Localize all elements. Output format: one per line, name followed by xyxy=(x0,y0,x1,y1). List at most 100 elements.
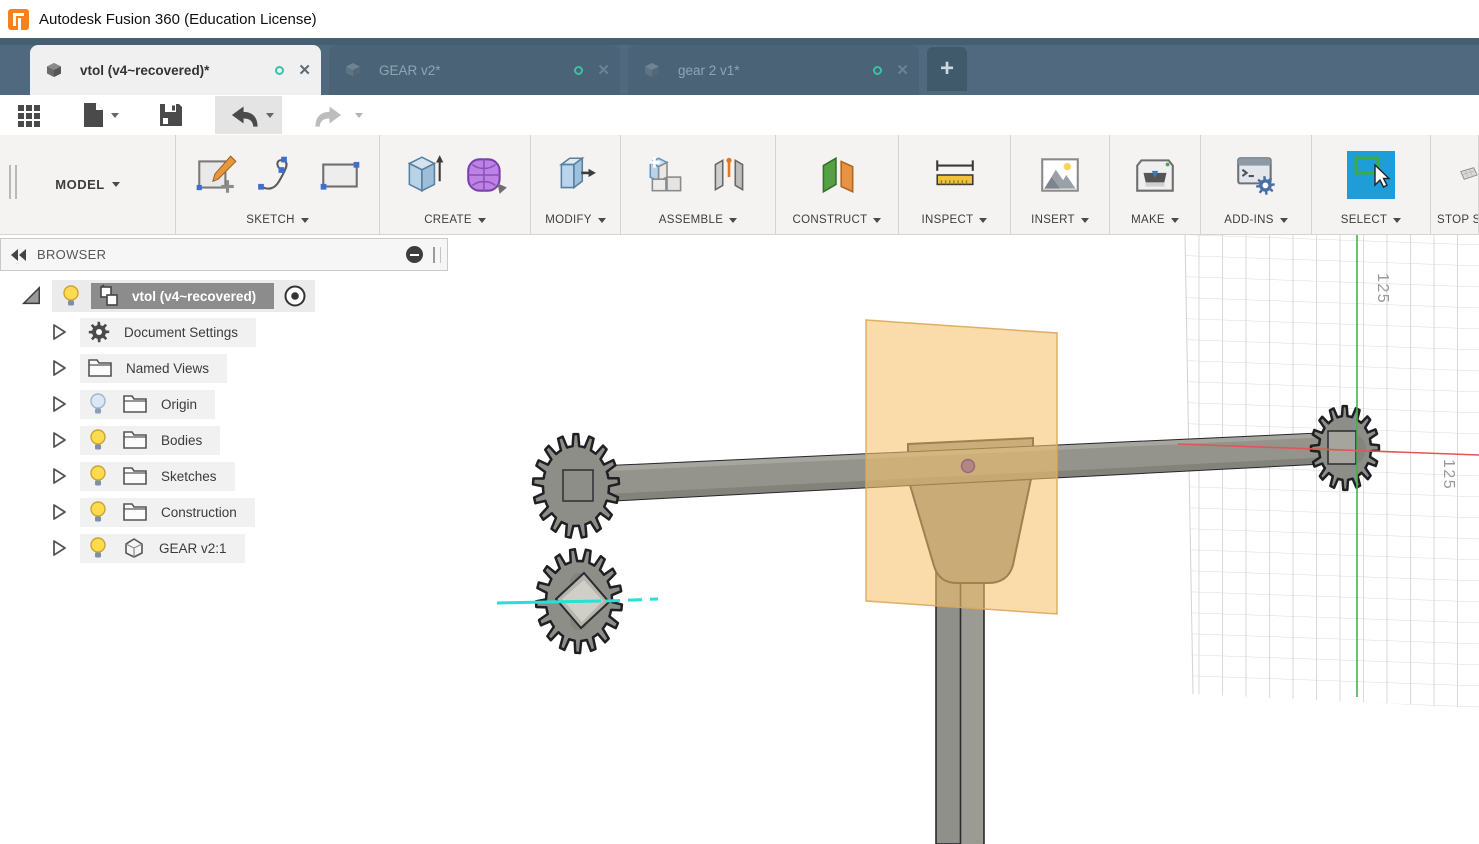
visibility-bulb-icon[interactable] xyxy=(87,464,109,488)
visibility-bulb-off-icon[interactable] xyxy=(87,392,109,416)
select-dropdown[interactable]: SELECT xyxy=(1312,206,1430,234)
inspect-dropdown[interactable]: INSPECT xyxy=(899,206,1010,234)
assemble-dropdown[interactable]: ASSEMBLE xyxy=(621,206,775,234)
visibility-bulb-icon[interactable] xyxy=(87,536,109,560)
insert-dropdown[interactable]: INSERT xyxy=(1011,206,1109,234)
new-component-button[interactable] xyxy=(644,152,690,198)
document-tab-gear-v2[interactable]: GEAR v2* ✕ xyxy=(329,45,620,95)
press-pull-button[interactable] xyxy=(553,152,599,198)
component-icon xyxy=(100,284,118,306)
collapse-arrow-icon[interactable] xyxy=(20,284,42,308)
remove-panel-icon[interactable] xyxy=(406,246,423,263)
browser-root-row[interactable]: vtol (v4~recovered) xyxy=(0,278,448,314)
file-menu-button[interactable] xyxy=(72,96,127,134)
activate-component-radio-icon[interactable] xyxy=(283,284,307,308)
spline-button[interactable] xyxy=(255,152,301,198)
expand-arrow-icon[interactable] xyxy=(48,430,70,450)
redo-button[interactable] xyxy=(304,96,371,134)
save-button[interactable] xyxy=(149,96,193,134)
browser-item-construction[interactable]: Construction xyxy=(0,494,448,530)
addins-dropdown[interactable]: ADD-INS xyxy=(1201,206,1311,234)
make-dropdown[interactable]: MAKE xyxy=(1110,206,1200,234)
redo-icon xyxy=(315,106,342,127)
document-tab-gear2-v1[interactable]: gear 2 v1* ✕ xyxy=(628,45,919,95)
ribbon-group-inspect: INSPECT xyxy=(899,135,1011,234)
grid-dimension-label-top: 125 xyxy=(1374,273,1391,304)
browser-item-gear-v2-1[interactable]: GEAR v2:1 xyxy=(0,530,448,566)
left-gear-body[interactable] xyxy=(531,432,621,539)
browser-tree: vtol (v4~recovered) Document Settings Na… xyxy=(0,271,448,566)
new-document-tab-button[interactable]: + xyxy=(927,47,967,91)
folder-icon xyxy=(123,431,147,449)
tab-close-icon[interactable]: ✕ xyxy=(597,61,610,79)
scripts-addins-button[interactable] xyxy=(1233,152,1279,198)
redo-history-caret-icon xyxy=(355,112,363,118)
visibility-bulb-icon[interactable] xyxy=(87,428,109,452)
undo-icon xyxy=(231,106,258,127)
visibility-bulb-icon[interactable] xyxy=(87,500,109,524)
workspace-switcher[interactable]: MODEL xyxy=(0,135,176,234)
workspace-label: MODEL xyxy=(55,177,105,192)
ribbon-group-create: CREATE xyxy=(380,135,531,234)
browser-header: BROWSER xyxy=(0,238,448,271)
right-gear-body[interactable] xyxy=(1309,404,1381,492)
create-dropdown[interactable]: CREATE xyxy=(380,206,530,234)
create-form-button[interactable] xyxy=(463,152,509,198)
extrude-button[interactable] xyxy=(401,152,447,198)
selected-root-component[interactable]: vtol (v4~recovered) xyxy=(91,283,275,309)
modify-dropdown[interactable]: MODIFY xyxy=(531,206,620,234)
window-title: Autodesk Fusion 360 (Education License) xyxy=(39,10,317,28)
dropdown-caret-icon xyxy=(979,217,988,223)
dropdown-caret-icon xyxy=(300,217,309,223)
select-button[interactable] xyxy=(1347,150,1395,199)
toolbar-grip-icon[interactable] xyxy=(9,165,17,199)
measure-button[interactable] xyxy=(932,152,978,198)
tab-close-icon[interactable]: ✕ xyxy=(298,61,311,79)
document-cube-icon xyxy=(645,63,659,77)
browser-item-bodies[interactable]: Bodies xyxy=(0,422,448,458)
browser-item-named-views[interactable]: Named Views xyxy=(0,350,448,386)
document-cube-icon xyxy=(47,63,61,77)
browser-title: BROWSER xyxy=(37,247,107,262)
folder-icon xyxy=(123,503,147,521)
file-menu-caret-icon xyxy=(111,112,119,118)
show-data-panel-button[interactable] xyxy=(8,96,50,134)
browser-item-origin[interactable]: Origin xyxy=(0,386,448,422)
save-icon xyxy=(160,104,182,126)
insert-canvas-button[interactable] xyxy=(1037,152,1083,198)
expand-arrow-icon[interactable] xyxy=(48,322,70,342)
browser-item-sketches[interactable]: Sketches xyxy=(0,458,448,494)
tab-close-icon[interactable]: ✕ xyxy=(896,61,909,79)
sketch-dropdown[interactable]: SKETCH xyxy=(176,206,379,234)
stop-sketch-label-clipped[interactable]: STOP S xyxy=(1431,206,1478,234)
make-3d-print-button[interactable] xyxy=(1132,152,1178,198)
dropdown-caret-icon xyxy=(729,217,738,223)
undo-history-caret-icon xyxy=(266,112,274,118)
ribbon-group-stop-sketch: STOP S xyxy=(1431,135,1479,234)
folder-icon xyxy=(88,359,112,377)
origin-point[interactable] xyxy=(960,458,976,474)
document-tab-vtol[interactable]: vtol (v4~recovered)* ✕ xyxy=(30,45,321,95)
panel-grip-icon[interactable] xyxy=(433,246,441,263)
create-sketch-button[interactable] xyxy=(193,152,239,198)
ribbon-group-make: MAKE xyxy=(1110,135,1201,234)
collapse-panel-icon[interactable] xyxy=(11,248,27,261)
document-tab-label: GEAR v2* xyxy=(379,62,441,78)
visibility-bulb-icon[interactable] xyxy=(60,284,82,308)
expand-arrow-icon[interactable] xyxy=(48,358,70,378)
ribbon-group-assemble: ASSEMBLE xyxy=(621,135,776,234)
construction-plane-button[interactable] xyxy=(814,152,860,198)
joint-button[interactable] xyxy=(706,152,752,198)
fusion360-logo-icon xyxy=(8,8,29,30)
browser-item-document-settings[interactable]: Document Settings xyxy=(0,314,448,350)
3d-viewport[interactable]: 125 125 BROWSER vtol (v4~recovered) Docu… xyxy=(0,235,1479,844)
undo-button[interactable] xyxy=(215,96,282,134)
stop-sketch-button[interactable] xyxy=(1459,152,1478,198)
rectangle-button[interactable] xyxy=(317,152,363,198)
construct-dropdown[interactable]: CONSTRUCT xyxy=(776,206,898,234)
expand-arrow-icon[interactable] xyxy=(48,538,70,558)
expand-arrow-icon[interactable] xyxy=(48,502,70,522)
expand-arrow-icon[interactable] xyxy=(48,466,70,486)
expand-arrow-icon[interactable] xyxy=(48,394,70,414)
dropdown-caret-icon xyxy=(1279,217,1288,223)
